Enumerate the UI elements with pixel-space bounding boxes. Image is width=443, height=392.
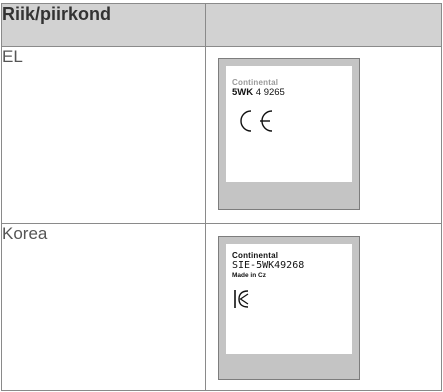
part-number: SIE-5WK49268 (232, 260, 305, 271)
header-label (205, 3, 442, 47)
brand-text: Continental (232, 78, 279, 87)
table-row: Korea Continental SIE-5WK49268 Made in C… (1, 223, 442, 391)
top-strip (0, 0, 443, 2)
label-image-eu: Continental 5WK 4 9265 (218, 58, 360, 210)
label-image-korea: Continental SIE-5WK49268 Made in Cz (218, 236, 360, 380)
brand-text: Continental (232, 251, 279, 260)
label-cell: Continental 5WK 4 9265 (205, 46, 442, 224)
part-number: 5WK 4 9265 (232, 87, 285, 98)
ce-mark-icon (240, 110, 273, 132)
certification-table: Riik/piirkond EL Continental 5WK 4 9265 (1, 3, 442, 391)
table-header-row: Riik/piirkond (1, 3, 442, 47)
label-sticker: Continental SIE-5WK49268 Made in Cz (226, 244, 352, 354)
label-cell: Continental SIE-5WK49268 Made in Cz (205, 223, 442, 391)
country-cell: EL (1, 46, 206, 224)
kc-mark-icon (234, 290, 249, 308)
part-prefix: 5WK (232, 87, 254, 98)
header-country: Riik/piirkond (1, 3, 206, 47)
label-sticker: Continental 5WK 4 9265 (226, 66, 352, 182)
country-cell: Korea (1, 223, 206, 391)
table-row: EL Continental 5WK 4 9265 (1, 46, 442, 224)
made-in-text: Made in Cz (232, 272, 266, 279)
part-digits: 4 9265 (255, 87, 285, 98)
